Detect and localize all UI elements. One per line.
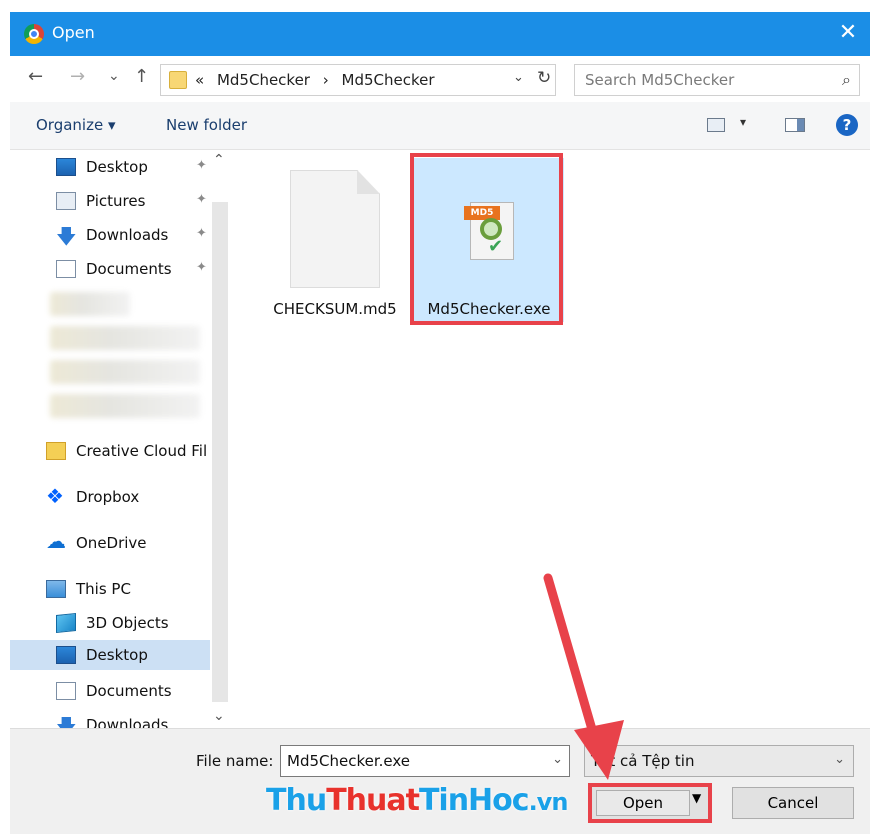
nav-item-creative-cloud[interactable]: Creative Cloud Fil xyxy=(46,436,210,466)
navigation-pane: Desktop ✦ Pictures ✦ Downloads ✦ Documen… xyxy=(10,150,210,728)
watermark-part: Thuat xyxy=(326,783,420,818)
documents-icon xyxy=(56,682,76,700)
file-type-select[interactable]: Tất cả Tệp tin ⌄ xyxy=(584,745,854,777)
breadcrumb-item[interactable]: Md5Checker xyxy=(217,71,310,89)
pin-icon: ✦ xyxy=(196,192,207,207)
nav-item-pc-downloads[interactable]: Downloads xyxy=(56,710,210,728)
address-bar[interactable]: « Md5Checker › Md5Checker ⌄ ↻ xyxy=(160,64,556,96)
nav-item-label: OneDrive xyxy=(76,534,147,552)
file-type-value: Tất cả Tệp tin xyxy=(591,752,695,770)
search-input[interactable]: Search Md5Checker ⌕ xyxy=(574,64,860,96)
nav-scrollbar[interactable]: ⌃ ⌄ xyxy=(210,150,230,728)
blurred-nav-item xyxy=(50,292,130,316)
scroll-up-icon[interactable]: ⌃ xyxy=(213,152,225,168)
nav-item-label: Creative Cloud Fil xyxy=(76,442,208,460)
view-options-icon[interactable] xyxy=(707,118,725,132)
search-icon[interactable]: ⌕ xyxy=(842,70,851,90)
nav-item-label: 3D Objects xyxy=(86,614,169,632)
nav-item-dropbox[interactable]: Dropbox xyxy=(46,482,210,512)
nav-item-pictures[interactable]: Pictures ✦ xyxy=(56,186,210,216)
breadcrumb-separator[interactable]: › xyxy=(323,71,329,89)
nav-item-label: Pictures xyxy=(86,192,146,210)
nav-item-label: Documents xyxy=(86,682,172,700)
nav-item-label: Desktop xyxy=(86,646,148,664)
nav-item-label: This PC xyxy=(76,580,131,598)
breadcrumb: « Md5Checker › Md5Checker xyxy=(195,71,443,89)
breadcrumb-overflow[interactable]: « xyxy=(195,71,204,89)
pictures-icon xyxy=(56,192,76,210)
chevron-down-icon[interactable]: ⌄ xyxy=(834,752,845,767)
window-titlebar: Open ✕ xyxy=(0,0,870,58)
open-button[interactable]: Open xyxy=(596,790,690,816)
search-placeholder: Search Md5Checker xyxy=(585,71,735,89)
open-button-highlight: Open ▼ xyxy=(588,783,712,823)
nav-item-label: Downloads xyxy=(86,716,169,728)
up-button[interactable]: ↑ xyxy=(134,66,149,87)
blurred-nav-item xyxy=(50,360,200,384)
pin-icon: ✦ xyxy=(196,260,207,275)
file-item-checksum[interactable]: CHECKSUM.md5 xyxy=(260,158,410,322)
creative-cloud-icon xyxy=(46,442,66,460)
help-icon[interactable]: ? xyxy=(836,114,858,136)
nav-item-3d-objects[interactable]: 3D Objects xyxy=(56,608,210,638)
file-name-label: File name: xyxy=(196,752,274,770)
chrome-icon xyxy=(24,24,44,44)
watermark-part: .vn xyxy=(528,788,569,816)
watermark-part: TinHoc xyxy=(418,783,530,818)
3d-objects-icon xyxy=(56,612,76,634)
blurred-nav-item xyxy=(50,394,200,418)
this-pc-icon xyxy=(46,580,66,598)
blurred-nav-item xyxy=(50,326,200,350)
desktop-icon xyxy=(56,158,76,176)
nav-item-onedrive[interactable]: OneDrive xyxy=(46,528,210,558)
chevron-down-icon[interactable]: ⌄ xyxy=(513,70,524,85)
cancel-button[interactable]: Cancel xyxy=(732,787,854,819)
chevron-down-icon[interactable]: ▾ xyxy=(740,115,746,129)
nav-item-documents[interactable]: Documents ✦ xyxy=(56,254,210,284)
dialog-footer: File name: Md5Checker.exe ⌄ Tất cả Tệp t… xyxy=(10,728,870,834)
file-name-input[interactable]: Md5Checker.exe ⌄ xyxy=(280,745,570,777)
folder-icon xyxy=(169,71,187,89)
file-name: CHECKSUM.md5 xyxy=(273,300,397,318)
selection-highlight-box xyxy=(410,153,563,325)
refresh-icon[interactable]: ↻ xyxy=(537,68,551,88)
downloads-icon xyxy=(56,712,77,728)
nav-item-this-pc[interactable]: This PC xyxy=(46,574,210,604)
command-toolbar: Organize ▾ New folder ▾ ? xyxy=(10,102,870,150)
downloads-icon xyxy=(56,222,77,256)
recent-locations-button[interactable]: ⌄ xyxy=(108,68,120,84)
forward-button[interactable]: → xyxy=(70,66,85,87)
nav-item-desktop[interactable]: Desktop ✦ xyxy=(56,152,210,182)
chevron-down-icon[interactable]: ⌄ xyxy=(552,752,563,767)
nav-item-label: Desktop xyxy=(86,158,148,176)
scroll-down-icon[interactable]: ⌄ xyxy=(213,708,225,724)
nav-item-pc-desktop[interactable]: Desktop xyxy=(10,640,210,670)
close-button[interactable]: ✕ xyxy=(826,12,870,56)
documents-icon xyxy=(56,260,76,278)
scroll-thumb[interactable] xyxy=(212,202,228,702)
nav-item-downloads[interactable]: Downloads ✦ xyxy=(56,220,210,256)
preview-pane-icon[interactable] xyxy=(785,118,805,132)
pin-icon: ✦ xyxy=(196,158,207,173)
window-title: Open xyxy=(52,23,95,42)
nav-item-label: Downloads xyxy=(86,226,169,244)
desktop-icon xyxy=(56,646,76,664)
address-row: ← → ⌄ ↑ « Md5Checker › Md5Checker ⌄ ↻ Se… xyxy=(10,56,870,102)
breadcrumb-item[interactable]: Md5Checker xyxy=(342,71,435,89)
dropbox-icon xyxy=(46,484,66,508)
new-folder-button[interactable]: New folder xyxy=(166,116,247,134)
nav-item-pc-documents[interactable]: Documents xyxy=(56,676,210,706)
onedrive-icon xyxy=(46,529,66,553)
nav-item-label: Dropbox xyxy=(76,488,140,506)
open-split-dropdown-icon[interactable]: ▼ xyxy=(692,791,701,805)
watermark-part: Thu xyxy=(266,783,327,818)
file-name-value: Md5Checker.exe xyxy=(287,752,411,770)
titlebar-bar: Open ✕ xyxy=(10,12,870,56)
pin-icon: ✦ xyxy=(196,226,207,241)
organize-button[interactable]: Organize ▾ xyxy=(36,116,116,134)
back-button[interactable]: ← xyxy=(28,66,43,87)
watermark-logo: ThuThuatTinHoc.vn xyxy=(266,783,569,818)
nav-item-label: Documents xyxy=(86,260,172,278)
